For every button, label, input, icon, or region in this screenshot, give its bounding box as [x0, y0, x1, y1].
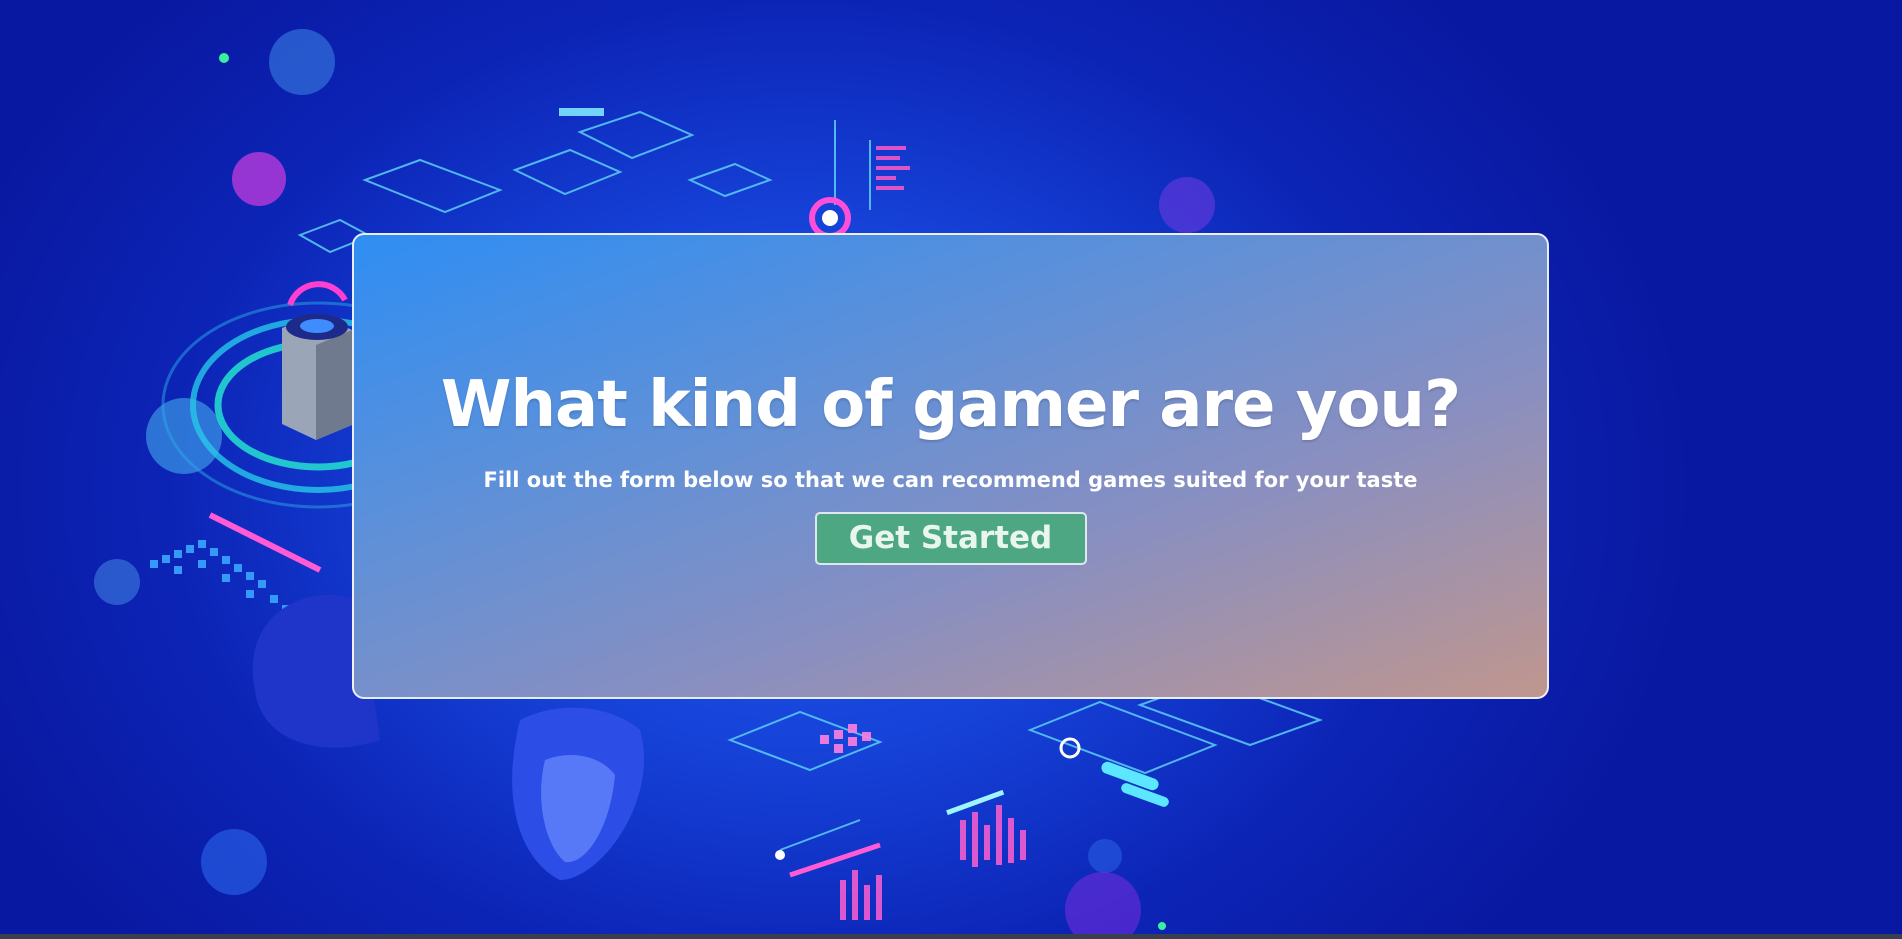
bottom-edge-strip	[0, 934, 1902, 939]
hero-title: What kind of gamer are you?	[440, 367, 1461, 442]
get-started-button[interactable]: Get Started	[814, 511, 1087, 565]
hero-subtitle: Fill out the form below so that we can r…	[483, 467, 1418, 492]
hero-card: What kind of gamer are you? Fill out the…	[352, 233, 1549, 699]
